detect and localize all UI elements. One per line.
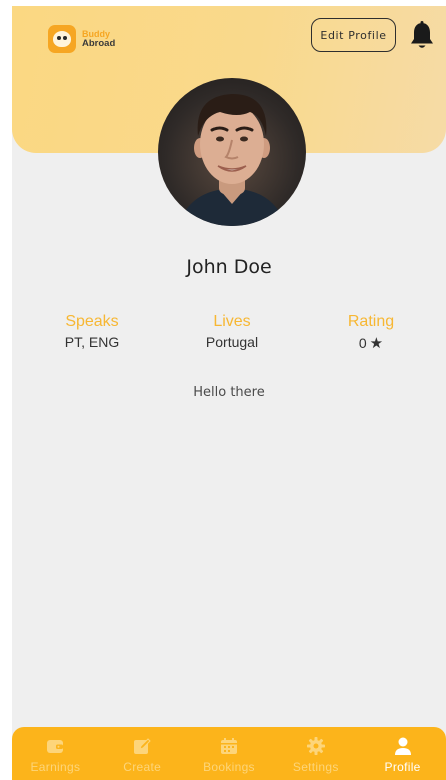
profile-screen: Buddy Abroad Edit Profile John Doe Speak… xyxy=(12,6,446,780)
edit-profile-button[interactable]: Edit Profile xyxy=(311,18,396,52)
logo-text-abroad: Abroad xyxy=(82,38,116,49)
nav-label-profile: Profile xyxy=(384,760,421,774)
star-icon: ★ xyxy=(369,335,384,352)
stat-lives-label: Lives xyxy=(213,313,251,330)
profile-avatar[interactable] xyxy=(158,78,306,226)
nav-label-earnings: Earnings xyxy=(30,760,81,774)
nav-label-create: Create xyxy=(123,760,162,774)
profile-name: John Doe xyxy=(186,256,272,278)
nav-item-earnings[interactable]: Earnings xyxy=(15,736,95,774)
stat-lives-value: Portugal xyxy=(205,334,259,350)
notification-bell-icon[interactable] xyxy=(408,20,436,52)
nav-label-settings: Settings xyxy=(292,760,339,774)
wallet-icon xyxy=(47,740,64,753)
calendar-icon xyxy=(220,738,237,754)
person-icon xyxy=(394,737,411,755)
stat-speaks-label: Speaks xyxy=(65,313,119,330)
nav-label-bookings: Bookings xyxy=(203,760,255,774)
nav-item-profile[interactable]: Profile xyxy=(363,736,443,774)
app-logo[interactable]: Buddy Abroad xyxy=(48,22,118,56)
stat-rating-label: Rating xyxy=(347,313,395,330)
stat-speaks: Speaks PT, ENG xyxy=(32,313,152,350)
edit-icon xyxy=(134,738,151,754)
logo-mascot-icon xyxy=(48,25,76,53)
stat-rating: Rating 0 ★ xyxy=(311,313,431,352)
gear-icon xyxy=(306,737,325,755)
stat-rating-value: 0 xyxy=(358,335,367,351)
nav-item-bookings[interactable]: Bookings xyxy=(189,736,269,774)
nav-item-create[interactable]: Create xyxy=(102,736,182,774)
bottom-navigation: Earnings Create Bookings Settings Profil… xyxy=(12,727,446,780)
stat-rating-value-row: 0 ★ xyxy=(311,334,431,352)
profile-bio: Hello there xyxy=(193,385,265,400)
nav-item-settings[interactable]: Settings xyxy=(276,736,356,774)
stat-speaks-value: PT, ENG xyxy=(64,334,120,350)
stat-lives: Lives Portugal xyxy=(172,313,292,350)
